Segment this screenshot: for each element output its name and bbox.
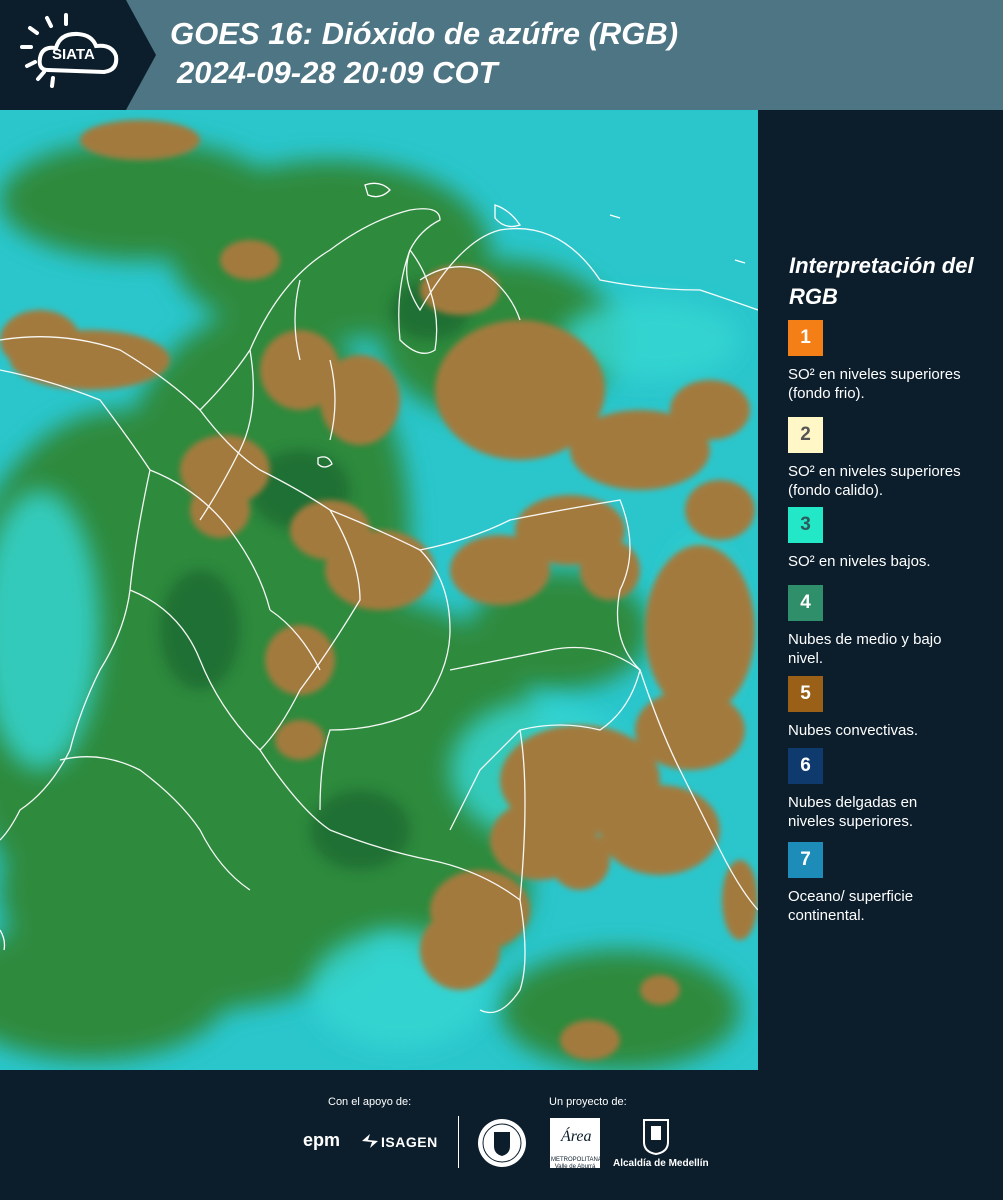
siata-logo-text: SIATA <box>52 46 95 63</box>
legend-text: SO² en niveles bajos. <box>788 553 931 570</box>
legend-swatch: 5 <box>788 676 823 712</box>
alcaldia-shield-icon <box>643 1119 669 1156</box>
satellite-map <box>0 110 758 1070</box>
header-bar: SIATA GOES 16: Dióxido de azúfre (RGB) 2… <box>0 0 1003 110</box>
legend-item: 6 Nubes delgadas en niveles superiores. <box>788 748 988 831</box>
legend-panel: Interpretación del RGB 1 SO² en niveles s… <box>758 110 1003 1070</box>
legend-item: 4 Nubes de medio y bajo nivel. <box>788 585 988 668</box>
legend-swatch: 6 <box>788 748 823 784</box>
isagen-mark-icon <box>362 1134 378 1148</box>
legend-swatch: 7 <box>788 842 823 878</box>
footer: Con el apoyo de: Un proyecto de: epm ISA… <box>0 1070 1003 1200</box>
legend-swatch: 1 <box>788 320 823 356</box>
legend-text: Nubes convectivas. <box>788 722 919 739</box>
alcaldia-label: Alcaldía de Medellín <box>613 1158 709 1169</box>
legend-title: Interpretación del RGB <box>789 253 974 309</box>
legend-text: Nubes de medio y bajo nivel. <box>788 631 942 667</box>
project-label: Un proyecto de: <box>549 1096 627 1108</box>
legend-item: 7 Oceano/ superficie continental. <box>788 842 988 925</box>
legend-text: SO² en niveles superiores (fondo frio). <box>788 366 961 402</box>
isagen-logo: ISAGEN <box>381 1134 438 1150</box>
legend-swatch: 4 <box>788 585 823 621</box>
legend-item: 5 Nubes convectivas. <box>788 676 988 740</box>
legend-text: Oceano/ superficie continental. <box>788 888 914 924</box>
legend-item: 1 SO² en niveles superiores (fondo frio). <box>788 320 988 403</box>
legend-swatch: 3 <box>788 507 823 543</box>
legend-text: Nubes delgadas en niveles superiores. <box>788 794 918 830</box>
footer-divider <box>458 1116 459 1168</box>
area-metropolitana-word: Área <box>561 1128 592 1145</box>
support-label: Con el apoyo de: <box>328 1096 412 1108</box>
page-timestamp: 2024-09-28 20:09 COT <box>177 55 498 90</box>
legend-text: SO² en niveles superiores (fondo calido)… <box>788 463 961 499</box>
legend-item: 3 SO² en niveles bajos. <box>788 507 988 571</box>
siata-logo: SIATA <box>0 0 156 110</box>
medellin-seal-icon <box>478 1119 526 1167</box>
area-metropolitana-subtitle: METROPOLITANA Valle de Aburrá <box>551 1157 602 1170</box>
legend-item: 2 SO² en niveles superiores (fondo calido… <box>788 417 988 500</box>
page-title: GOES 16: Dióxido de azúfre (RGB) <box>170 16 679 51</box>
epm-logo: epm <box>303 1130 341 1150</box>
legend-swatch: 2 <box>788 417 823 453</box>
